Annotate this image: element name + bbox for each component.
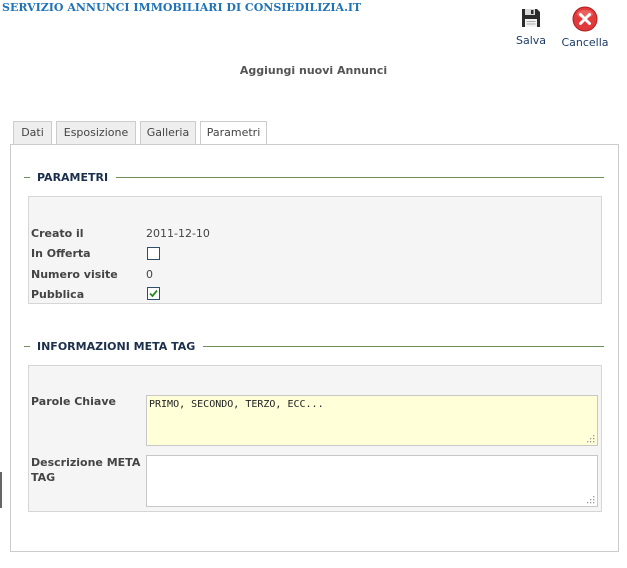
numero-visite-label: Numero visite xyxy=(31,268,118,281)
cancel-label: Cancella xyxy=(561,36,609,49)
legend-line xyxy=(192,346,604,347)
legend-dash xyxy=(24,177,30,178)
floppy-disk-icon xyxy=(519,9,543,33)
in-offerta-checkbox[interactable] xyxy=(147,247,160,260)
tab-panel-parametri: PARAMETRI Creato il 2011-12-10 In Offert… xyxy=(10,144,619,552)
site-title: SERVIZIO ANNUNCI IMMOBILIARI DI CONSIEDI… xyxy=(2,1,362,14)
parametri-legend-title: PARAMETRI xyxy=(37,171,117,184)
save-label: Salva xyxy=(515,34,547,47)
parametri-legend: PARAMETRI xyxy=(24,171,604,185)
page-title: Aggiungi nuovi Annunci xyxy=(239,64,388,77)
save-button[interactable]: Salva xyxy=(512,6,550,47)
creato-il-value: 2011-12-10 xyxy=(146,227,210,240)
pubblica-checkbox[interactable] xyxy=(147,287,160,300)
cancel-button[interactable]: Cancella xyxy=(561,6,609,49)
descrizione-meta-label: Descrizione META TAG xyxy=(31,455,140,485)
legend-dash xyxy=(24,346,30,347)
meta-box: Parole Chiave PRIMO, SECONDO, TERZO, ECC… xyxy=(28,365,602,512)
resize-grip-icon[interactable] xyxy=(586,434,595,443)
pubblica-label: Pubblica xyxy=(31,288,85,301)
meta-legend: INFORMAZIONI META TAG xyxy=(24,340,604,354)
tab-dati[interactable]: Dati xyxy=(13,121,52,144)
tab-galleria[interactable]: Galleria xyxy=(140,121,196,144)
descrizione-label-line2: TAG xyxy=(31,471,56,484)
resize-grip-icon[interactable] xyxy=(586,495,595,504)
descrizione-meta-textarea[interactable] xyxy=(146,455,598,507)
tab-parametri[interactable]: Parametri xyxy=(200,121,267,145)
creato-il-label: Creato il xyxy=(31,227,84,240)
window-edge xyxy=(0,472,2,508)
legend-line xyxy=(114,177,604,178)
tab-esposizione[interactable]: Esposizione xyxy=(56,121,136,144)
meta-legend-title: INFORMAZIONI META TAG xyxy=(37,340,204,353)
in-offerta-label: In Offerta xyxy=(31,247,91,260)
parametri-box: Creato il 2011-12-10 In Offerta Numero v… xyxy=(28,196,602,304)
descrizione-label-line1: Descrizione META xyxy=(31,456,141,469)
parole-chiave-textarea[interactable]: PRIMO, SECONDO, TERZO, ECC... xyxy=(146,395,598,446)
close-circle-icon xyxy=(572,6,598,35)
parole-chiave-value: PRIMO, SECONDO, TERZO, ECC... xyxy=(149,399,324,410)
parole-chiave-label: Parole Chiave xyxy=(31,395,116,408)
numero-visite-value: 0 xyxy=(146,268,153,281)
checkmark-icon xyxy=(149,289,158,298)
